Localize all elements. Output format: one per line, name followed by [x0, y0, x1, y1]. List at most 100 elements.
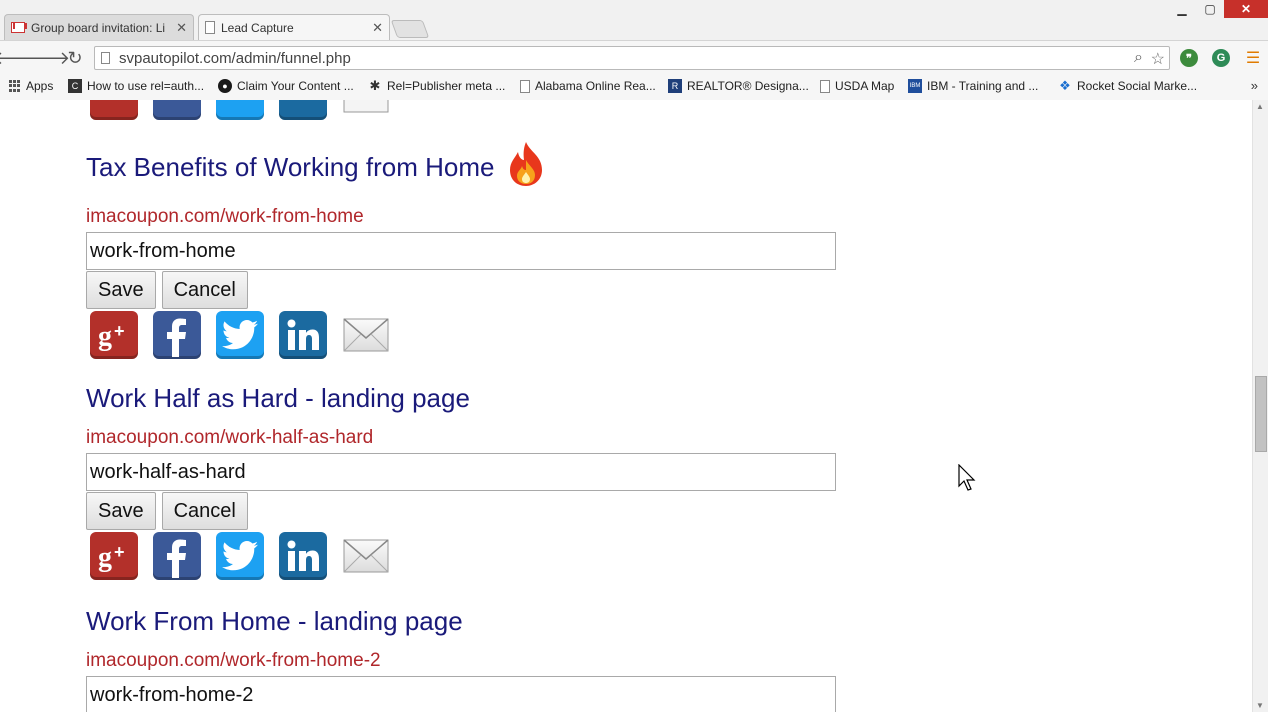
bookmark-label: Rel=Publisher meta ...	[387, 79, 506, 93]
page-icon	[820, 79, 830, 93]
save-button[interactable]: Save	[86, 271, 156, 309]
funnel-url: imacoupon.com/work-from-home	[86, 206, 364, 227]
spider-icon: ✱	[369, 78, 381, 93]
bookmark-item[interactable]: ✱ Rel=Publisher meta ...	[368, 78, 506, 93]
email-icon[interactable]	[342, 532, 390, 580]
google-plus-icon[interactable]: g +	[90, 532, 138, 580]
hangouts-extension-icon[interactable]: ❞	[1180, 49, 1198, 67]
flame-icon	[502, 140, 550, 194]
bookmark-star-icon[interactable]: ☆	[1151, 49, 1165, 69]
funnel-title-row: Work From Home - landing page	[86, 606, 846, 636]
slug-input[interactable]	[86, 232, 836, 270]
window-close-icon[interactable]: ✕	[1224, 0, 1268, 18]
slug-input[interactable]	[86, 676, 836, 712]
gmail-icon	[11, 22, 25, 33]
email-icon[interactable]	[342, 100, 390, 120]
vertical-scrollbar[interactable]: ▲ ▼	[1252, 100, 1268, 712]
svg-text:+: +	[114, 321, 125, 341]
close-icon[interactable]: ✕	[372, 20, 383, 36]
maximize-icon[interactable]: ▢	[1196, 0, 1224, 18]
email-icon[interactable]	[342, 311, 390, 359]
cancel-button[interactable]: Cancel	[161, 492, 248, 530]
share-row: g +	[90, 311, 846, 359]
browser-toolbar: 🡐 🡒 ↻ svpautopilot.com/admin/funnel.php …	[0, 40, 1268, 75]
tab-gmail[interactable]: Group board invitation: Li ✕	[4, 14, 194, 40]
funnel-item: Tax Benefits of Working from Home imacou…	[86, 140, 846, 359]
twitter-icon[interactable]	[216, 100, 264, 120]
page-viewport: Tax Benefits of Working from Home imacou…	[0, 100, 1252, 712]
bookmarks-overflow-icon[interactable]: »	[1251, 78, 1258, 93]
bookmark-item[interactable]: ❖ Rocket Social Marke...	[1058, 78, 1197, 93]
address-bar[interactable]: svpautopilot.com/admin/funnel.php ⌕ ☆	[94, 46, 1170, 70]
svg-text:+: +	[114, 542, 125, 562]
svg-text:g: g	[98, 321, 112, 352]
share-row: g +	[90, 532, 846, 580]
share-row	[90, 100, 390, 120]
menu-icon[interactable]: ☰	[1242, 47, 1264, 69]
facebook-icon[interactable]	[153, 532, 201, 580]
funnel-item: Work Half as Hard - landing page imacoup…	[86, 383, 846, 580]
tab-title: Group board invitation: Li	[31, 20, 166, 35]
new-tab-button[interactable]	[390, 20, 430, 38]
extension-icon[interactable]: G	[1212, 49, 1230, 67]
bookmark-item[interactable]: C How to use rel=auth...	[68, 79, 204, 93]
slug-input[interactable]	[86, 453, 836, 491]
realtor-icon: R	[668, 79, 682, 93]
bookmark-label: How to use rel=auth...	[87, 79, 205, 93]
google-plus-icon[interactable]: g +	[90, 311, 138, 359]
minimize-icon[interactable]: ▁	[1168, 0, 1196, 18]
bookmark-item[interactable]: IBM IBM - Training and ...	[908, 79, 1038, 93]
scroll-up-icon[interactable]: ▲	[1256, 102, 1264, 111]
tab-lead-capture[interactable]: Lead Capture ✕	[198, 14, 390, 40]
funnel-item: Work From Home - landing page imacoupon.…	[86, 606, 846, 712]
zoom-icon[interactable]: ⌕	[1134, 49, 1143, 67]
scroll-down-icon[interactable]: ▼	[1256, 701, 1264, 710]
mouse-cursor-icon	[958, 464, 976, 491]
bookmark-label: Alabama Online Rea...	[535, 79, 656, 93]
bookmark-item[interactable]: Alabama Online Rea...	[520, 79, 656, 93]
cancel-button[interactable]: Cancel	[161, 271, 248, 309]
bookmark-label: Apps	[26, 79, 54, 93]
bookmark-item[interactable]: USDA Map	[820, 79, 894, 93]
apps-grid-icon	[8, 79, 21, 93]
site-icon: C	[68, 79, 82, 93]
funnel-title[interactable]: Tax Benefits of Working from Home	[86, 152, 494, 182]
browser-tab-strip: Group board invitation: Li ✕ Lead Captur…	[0, 0, 1268, 40]
scrollbar-thumb[interactable]	[1255, 376, 1267, 452]
funnel-url: imacoupon.com/work-half-as-hard	[86, 427, 374, 448]
facebook-icon[interactable]	[153, 311, 201, 359]
bookmark-label: USDA Map	[835, 79, 895, 93]
window-controls: ▁ ▢ ✕	[1168, 0, 1268, 18]
bookmark-item[interactable]: ● Claim Your Content ...	[218, 79, 354, 93]
forward-arrow-icon[interactable]: 🡒	[22, 47, 70, 69]
bookmarks-bar: Apps C How to use rel=auth... ● Claim Yo…	[0, 74, 1268, 101]
dropbox-icon: ❖	[1059, 78, 1071, 93]
facebook-icon[interactable]	[153, 100, 201, 120]
page-icon	[205, 21, 215, 34]
bookmark-label: IBM - Training and ...	[927, 79, 1039, 93]
funnel-title[interactable]: Work Half as Hard - landing page	[86, 383, 470, 413]
linkedin-icon[interactable]	[279, 532, 327, 580]
bookmark-item[interactable]: R REALTOR® Designa...	[668, 79, 809, 93]
google-plus-icon[interactable]	[90, 100, 138, 120]
close-icon[interactable]: ✕	[176, 20, 187, 36]
funnel-title[interactable]: Work From Home - landing page	[86, 606, 463, 636]
ibm-icon: IBM	[908, 79, 922, 93]
twitter-icon[interactable]	[216, 532, 264, 580]
funnel-title-row: Work Half as Hard - landing page	[86, 383, 846, 413]
linkedin-icon[interactable]	[279, 311, 327, 359]
funnel-url: imacoupon.com/work-from-home-2	[86, 650, 381, 671]
svg-text:g: g	[98, 542, 112, 573]
site-icon: ●	[218, 79, 232, 93]
address-url: svpautopilot.com/admin/funnel.php	[119, 50, 351, 67]
button-row: Save Cancel	[86, 492, 846, 530]
funnel-title-row: Tax Benefits of Working from Home	[86, 140, 846, 194]
button-row: Save Cancel	[86, 271, 846, 309]
page-icon	[101, 52, 110, 64]
bookmark-label: REALTOR® Designa...	[687, 79, 809, 93]
twitter-icon[interactable]	[216, 311, 264, 359]
reload-icon[interactable]: ↻	[64, 47, 86, 69]
linkedin-icon[interactable]	[279, 100, 327, 120]
save-button[interactable]: Save	[86, 492, 156, 530]
bookmark-apps[interactable]: Apps	[8, 79, 53, 93]
